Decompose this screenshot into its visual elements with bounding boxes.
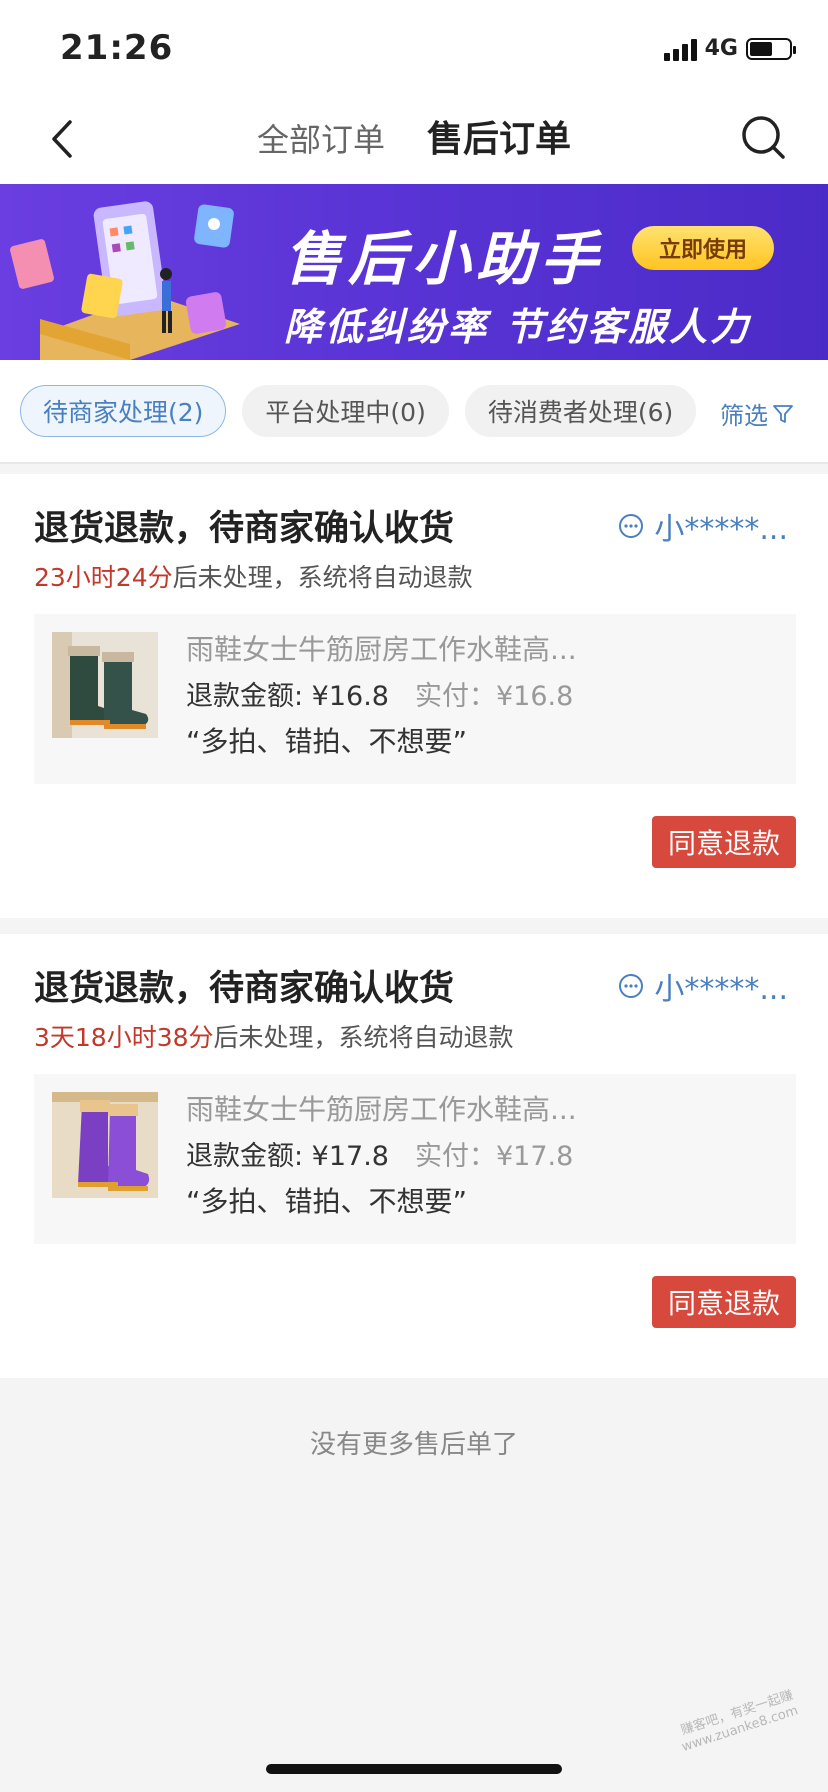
- refund-amount: 退款金额: ¥17.8: [186, 1141, 389, 1172]
- order-card: 退货退款，待商家确认收货 小*****... 23小时24分后未处理，系统将自动…: [0, 474, 828, 918]
- order-status-title: 退货退款，待商家确认收货: [34, 509, 455, 549]
- tab-all-orders[interactable]: 全部订单: [257, 115, 385, 161]
- watermark: 赚客吧，有奖一起赚 www.zuanke8.com: [675, 1688, 800, 1756]
- search-button[interactable]: [738, 112, 788, 162]
- use-now-button[interactable]: 立即使用: [632, 226, 774, 270]
- product-name: 雨鞋女士牛筋厨房工作水鞋高...: [186, 633, 577, 666]
- deadline-suffix: 后未处理，系统将自动退款: [172, 563, 473, 592]
- battery-icon: [746, 37, 796, 60]
- funnel-icon: [773, 404, 793, 423]
- nav-bar: 全部订单 售后订单: [0, 96, 828, 184]
- buyer-name: 小*****...: [654, 972, 788, 1007]
- chat-bubble-icon: [619, 974, 644, 998]
- banner-subtitle: 降低纠纷率 节约客服人力: [284, 305, 752, 349]
- paid-amount: 实付：¥17.8: [414, 1141, 574, 1172]
- filter-button[interactable]: 筛选: [720, 396, 794, 431]
- paid-amount: 实付：¥16.8: [414, 681, 574, 712]
- agree-refund-button[interactable]: 同意退款: [652, 816, 796, 868]
- deadline-text: 23小时24分后未处理，系统将自动退款: [34, 558, 473, 594]
- search-icon: [742, 116, 785, 159]
- banner-illustration: [10, 201, 240, 360]
- agree-refund-button[interactable]: 同意退款: [652, 1276, 796, 1328]
- after-sales-assistant-banner[interactable]: 售后小助手 立即使用 降低纠纷率 节约客服人力: [0, 184, 828, 360]
- deadline-text: 3天18小时38分后未处理，系统将自动退款: [34, 1018, 514, 1054]
- battery-fill: [750, 41, 773, 56]
- order-status-title: 退货退款，待商家确认收货: [34, 969, 455, 1009]
- product-name: 雨鞋女士牛筋厨房工作水鞋高...: [186, 1093, 577, 1126]
- no-more-orders-text: 没有更多售后单了: [309, 1430, 518, 1460]
- product-summary[interactable]: 雨鞋女士牛筋厨房工作水鞋高... 退款金额: ¥16.8 实付：¥16.8 “多拍…: [34, 614, 796, 784]
- network-type: 4G: [704, 36, 738, 61]
- refund-reason: “多拍、错拍、不想要”: [186, 725, 468, 758]
- status-time: 21:26: [60, 28, 174, 68]
- buyer-chat-link[interactable]: 小*****...: [618, 964, 788, 1008]
- deadline-suffix: 后未处理，系统将自动退款: [213, 1023, 514, 1052]
- refund-amount: 退款金额: ¥16.8: [186, 681, 389, 712]
- refund-amount-line: 退款金额: ¥16.8 实付：¥16.8: [186, 674, 573, 713]
- buyer-name: 小*****...: [654, 512, 788, 547]
- home-indicator[interactable]: [266, 1764, 562, 1774]
- deadline-countdown: 23小时24分: [34, 563, 173, 592]
- status-filter-row: 待商家处理(2) 平台处理中(0) 待消费者处理(6) 筛选: [0, 360, 828, 464]
- product-summary[interactable]: 雨鞋女士牛筋厨房工作水鞋高... 退款金额: ¥17.8 实付：¥17.8 “多拍…: [34, 1074, 796, 1244]
- deadline-countdown: 3天18小时38分: [34, 1023, 214, 1052]
- tab-after-sales-orders[interactable]: 售后订单: [427, 110, 571, 162]
- status-bar: 21:26 4G: [0, 0, 828, 96]
- refund-amount-line: 退款金额: ¥17.8 实付：¥17.8: [186, 1134, 573, 1173]
- filter-label: 筛选: [720, 402, 768, 430]
- buyer-chat-link[interactable]: 小*****...: [618, 504, 788, 548]
- chip-platform-processing[interactable]: 平台处理中(0): [242, 385, 449, 437]
- product-image: [52, 632, 158, 738]
- status-indicators: 4G: [663, 36, 796, 61]
- chat-bubble-icon: [619, 514, 644, 538]
- banner-title: 售后小助手: [284, 225, 605, 293]
- back-button[interactable]: [40, 114, 90, 164]
- signal-icon: [663, 37, 697, 61]
- order-tabs: 全部订单 售后订单: [257, 110, 571, 162]
- refund-reason: “多拍、错拍、不想要”: [186, 1185, 468, 1218]
- chip-pending-consumer[interactable]: 待消费者处理(6): [464, 385, 697, 437]
- chip-pending-merchant[interactable]: 待商家处理(2): [20, 385, 227, 437]
- product-image: [52, 1092, 158, 1198]
- order-card: 退货退款，待商家确认收货 小*****... 3天18小时38分后未处理，系统将…: [0, 934, 828, 1378]
- chevron-left-icon: [52, 120, 72, 158]
